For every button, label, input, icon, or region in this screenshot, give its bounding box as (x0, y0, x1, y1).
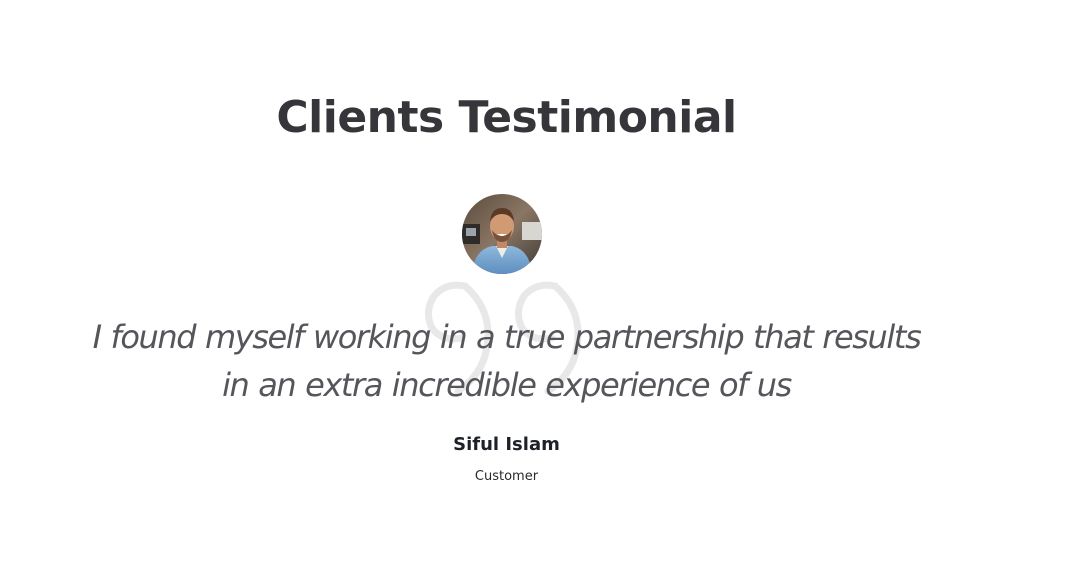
testimonial-section: Clients Testimonial I found myself worki… (0, 0, 1013, 562)
author-role: Customer (474, 469, 539, 484)
quote-line-1: I found myself working in a true partner… (92, 318, 922, 356)
avatar-photo (462, 194, 542, 274)
testimonial-quote: I found myself working in a true partner… (0, 313, 1013, 409)
avatar (462, 194, 542, 274)
quote-line-2: in an extra incredible experience of us (222, 366, 792, 404)
author-name: Siful Islam (453, 434, 560, 455)
section-title: Clients Testimonial (276, 92, 737, 143)
